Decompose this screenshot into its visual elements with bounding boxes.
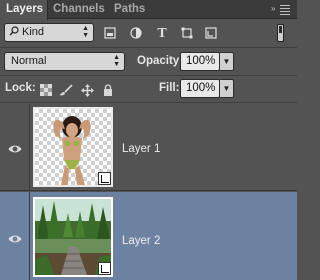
tab-layers[interactable]: Layers: [0, 0, 48, 20]
lock-label: Lock:: [5, 82, 36, 94]
type-filter-icon[interactable]: T: [155, 27, 169, 41]
divider: [0, 75, 297, 76]
panel-menu-icon[interactable]: »: [271, 4, 290, 17]
opacity-input[interactable]: 100%: [180, 52, 220, 71]
filter-kind-select[interactable]: Kind ▲ ▼: [4, 23, 94, 42]
updown-icon: ▲ ▼: [82, 25, 89, 39]
fill-input[interactable]: 100%: [180, 79, 220, 98]
shape-filter-icon[interactable]: [180, 27, 194, 41]
layer-filter-bar: Kind ▲ ▼ T: [0, 19, 297, 47]
updown-icon: ▲ ▼: [113, 54, 120, 68]
lock-transparent-pixels-icon[interactable]: [39, 84, 53, 96]
layer-name[interactable]: Layer 1: [122, 143, 160, 155]
layer-row-selected[interactable]: Layer 2: [0, 192, 297, 280]
opacity-dropdown-button[interactable]: ▼: [220, 52, 234, 71]
search-icon: [9, 26, 19, 36]
eye-icon[interactable]: [8, 234, 22, 244]
layer-thumbnail[interactable]: [33, 107, 113, 187]
smart-object-filter-icon[interactable]: [204, 27, 218, 41]
layer-name[interactable]: Layer 2: [122, 235, 160, 247]
divider: [0, 102, 297, 103]
smart-object-badge-icon: [98, 262, 111, 275]
blend-opacity-row: Normal ▲ ▼ Opacity: 100% ▼: [0, 48, 297, 74]
layer-row[interactable]: Layer 1: [0, 104, 297, 191]
panel-tab-bar: Layers Channels Paths »: [0, 0, 297, 20]
lock-image-pixels-icon[interactable]: [59, 84, 73, 96]
lock-position-icon[interactable]: [80, 84, 94, 97]
blend-mode-select[interactable]: Normal ▲ ▼: [4, 52, 125, 71]
fill-dropdown-button[interactable]: ▼: [220, 79, 234, 98]
layer-thumbnail[interactable]: [33, 197, 113, 277]
adjustment-filter-icon[interactable]: [129, 27, 143, 41]
pixel-filter-icon[interactable]: [103, 27, 117, 41]
filter-toggle-switch[interactable]: [277, 24, 284, 42]
smart-object-badge-icon: [98, 172, 111, 185]
blend-mode-value: Normal: [11, 55, 47, 67]
eye-icon[interactable]: [8, 144, 22, 154]
tab-paths[interactable]: Paths: [114, 0, 145, 19]
lock-all-icon[interactable]: [101, 84, 115, 96]
opacity-label: Opacity:: [137, 55, 184, 67]
tab-channels[interactable]: Channels: [53, 0, 105, 19]
fill-label: Fill:: [159, 82, 180, 94]
layers-list: Layer 1 Layer 2: [0, 104, 297, 280]
filter-kind-label: Kind: [22, 26, 45, 38]
